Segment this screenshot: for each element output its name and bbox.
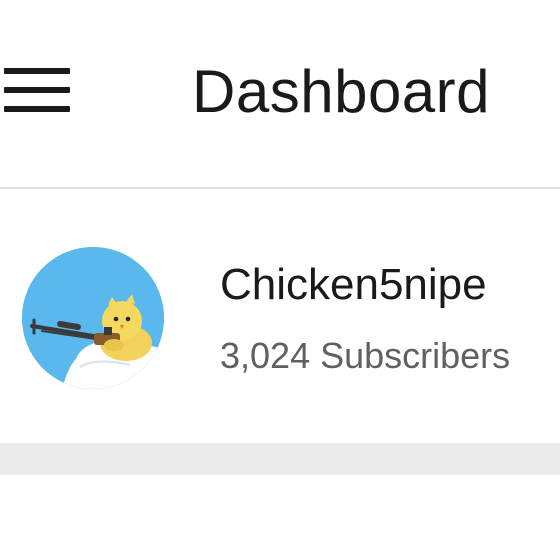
section-separator — [0, 443, 560, 475]
channel-card[interactable]: Chicken5nipe 3,024 Subscribers — [0, 189, 560, 443]
avatar[interactable] — [22, 247, 164, 389]
content-area — [0, 475, 560, 560]
chick-sniper-avatar-icon — [22, 247, 164, 389]
dashboard-page: Dashboard Chicken5nipe 3,024 Subscribers — [0, 0, 560, 560]
hamburger-menu-icon — [4, 66, 70, 114]
channel-name[interactable]: Chicken5nipe — [220, 259, 487, 311]
page-title: Dashboard — [192, 58, 491, 125]
app-bar: Dashboard — [0, 0, 560, 189]
subscriber-count: 3,024 Subscribers — [220, 335, 511, 376]
menu-button[interactable] — [0, 56, 80, 128]
